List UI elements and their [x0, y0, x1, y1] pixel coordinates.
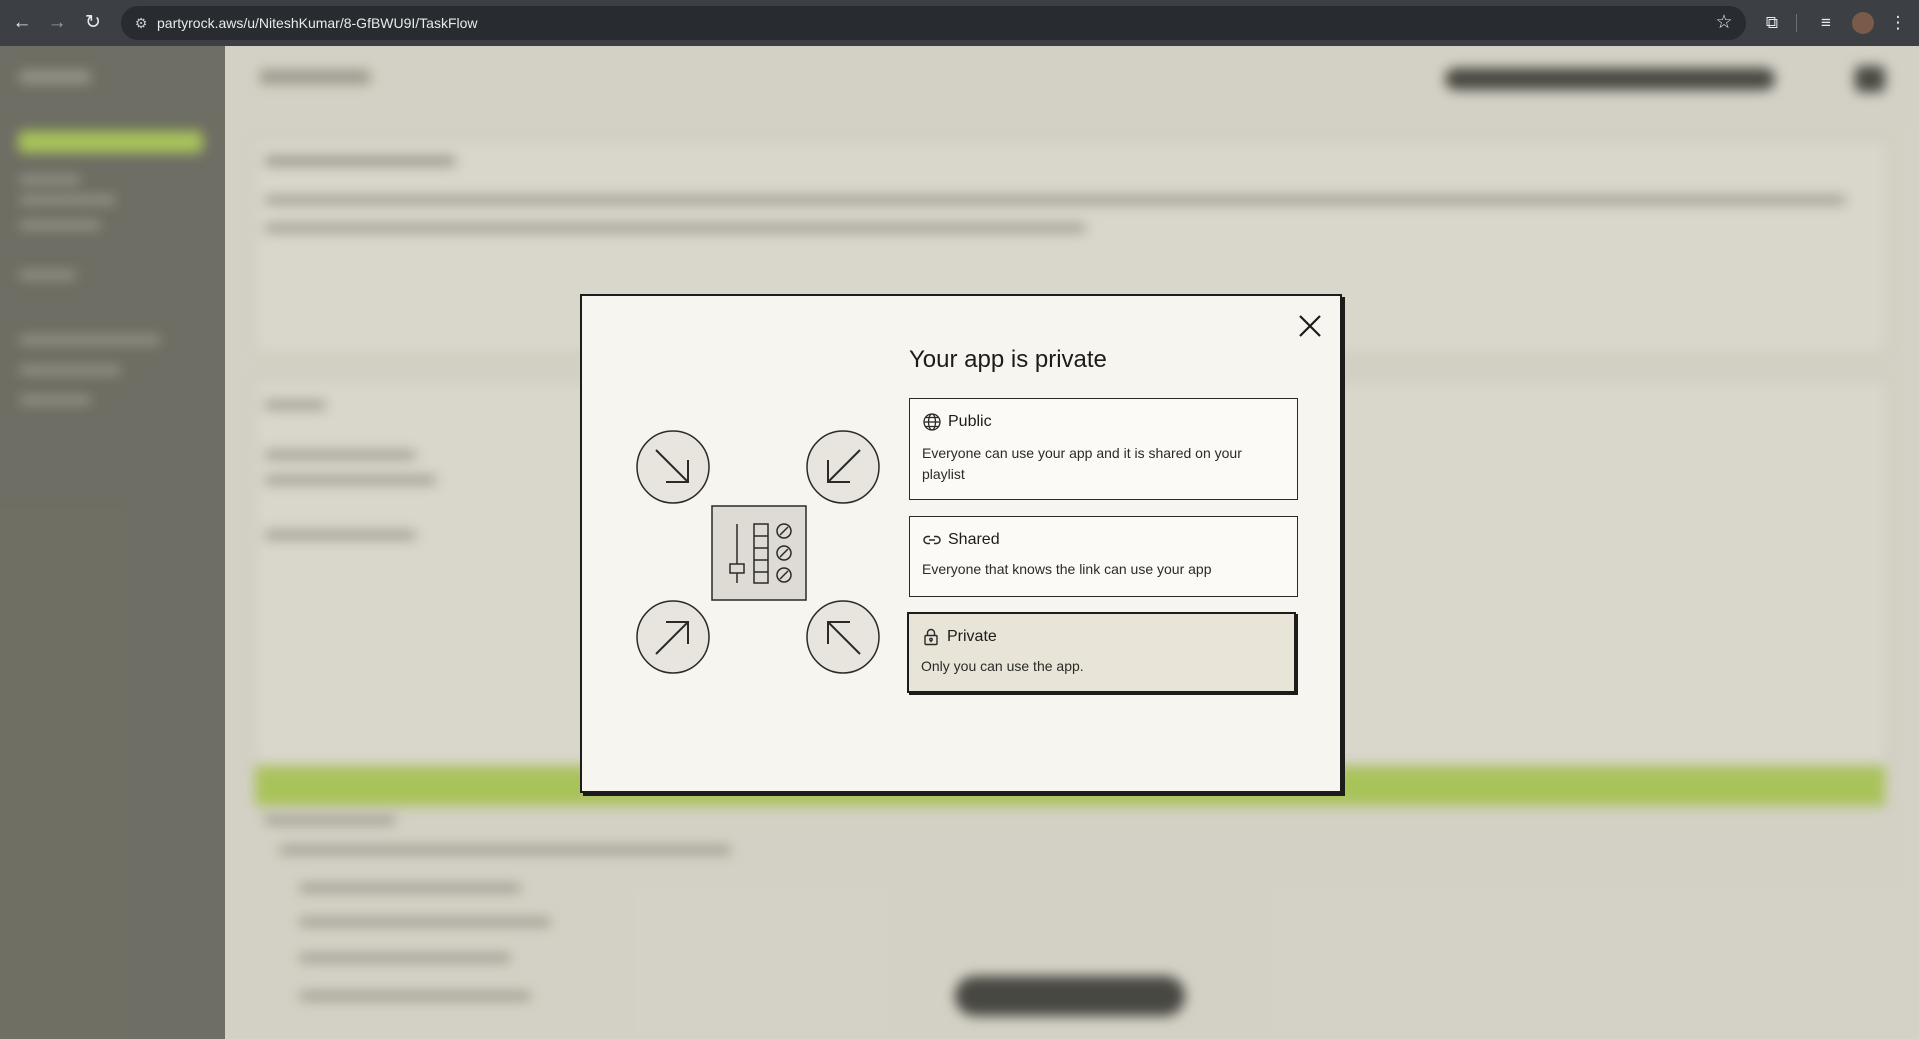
- reload-icon[interactable]: ↻: [79, 9, 107, 37]
- sharing-illustration: [636, 430, 882, 676]
- option-private[interactable]: Private Only you can use the app.: [907, 612, 1296, 693]
- site-info-icon[interactable]: ⚙: [131, 13, 151, 33]
- browser-toolbar: ← → ↻ ⚙ partyrock.aws/u/NiteshKumar/8-Gf…: [0, 0, 1919, 46]
- profile-avatar[interactable]: [1852, 12, 1874, 34]
- option-label: Public: [948, 413, 992, 430]
- globe-icon: [922, 412, 942, 432]
- visibility-modal: Your app is private Public Everyone can …: [580, 294, 1342, 793]
- option-description: Everyone that knows the link can use you…: [922, 561, 1212, 577]
- back-arrow-icon[interactable]: ←: [8, 9, 36, 37]
- url-text[interactable]: partyrock.aws/u/NiteshKumar/8-GfBWU9I/Ta…: [157, 6, 478, 40]
- option-shared[interactable]: Shared Everyone that knows the link can …: [909, 516, 1298, 597]
- browser-menu-icon[interactable]: ⋮: [1884, 9, 1912, 37]
- option-description: Only you can use the app.: [921, 658, 1084, 674]
- extensions-icon[interactable]: ⧉: [1758, 9, 1786, 37]
- address-bar[interactable]: ⚙ partyrock.aws/u/NiteshKumar/8-GfBWU9I/…: [121, 6, 1746, 40]
- close-icon[interactable]: [1293, 309, 1327, 343]
- media-control-icon[interactable]: ≡: [1812, 9, 1840, 37]
- bookmark-star-icon[interactable]: ☆: [1712, 11, 1736, 35]
- option-description: Everyone can use your app and it is shar…: [922, 445, 1242, 482]
- lock-icon: [921, 627, 941, 647]
- option-label: Private: [947, 628, 997, 645]
- modal-title: Your app is private: [909, 346, 1107, 373]
- link-icon: [922, 530, 942, 550]
- option-public[interactable]: Public Everyone can use your app and it …: [909, 398, 1298, 500]
- option-label: Shared: [948, 531, 1000, 548]
- toolbar-divider: [1796, 14, 1797, 32]
- forward-arrow-icon[interactable]: →: [43, 9, 71, 37]
